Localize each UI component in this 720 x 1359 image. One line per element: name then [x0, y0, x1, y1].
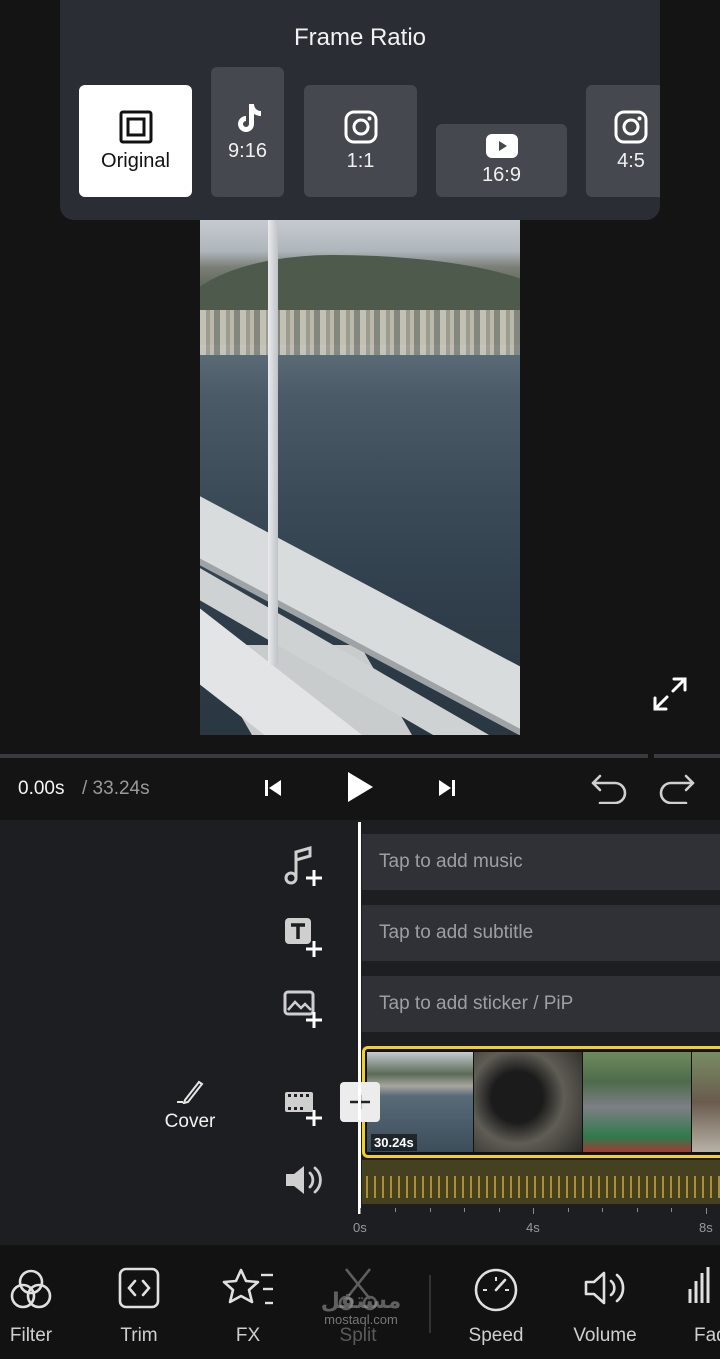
filter-icon: [10, 1269, 52, 1309]
clip-thumbnail: [474, 1052, 582, 1152]
music-track[interactable]: Tap to add music: [362, 834, 720, 890]
ruler-label: 0s: [353, 1220, 367, 1235]
sticker-track[interactable]: Tap to add sticker / PiP: [362, 976, 720, 1032]
tool-label: Trim: [120, 1325, 158, 1346]
ratio-option-label: 4:5: [617, 149, 645, 172]
ratio-option-label: Original: [101, 149, 170, 172]
ruler-label: 8s: [699, 1220, 713, 1235]
volume-icon: [584, 1271, 625, 1305]
waveform-bars: [366, 1176, 720, 1198]
ruler-label: 4s: [526, 1220, 540, 1235]
toolbar-divider: [429, 1275, 431, 1333]
ruler-tick: [602, 1208, 603, 1212]
tool-speed[interactable]: Speed: [451, 1245, 541, 1359]
video-frame[interactable]: [200, 215, 520, 735]
ruler-tick: [360, 1208, 361, 1214]
instagram-icon: [614, 110, 648, 143]
progress-separator: [648, 752, 654, 760]
cover-button[interactable]: Cover: [160, 1078, 220, 1133]
ratio-option-label: 16:9: [482, 164, 521, 186]
total-duration: / 33.24s: [82, 778, 150, 799]
ruler-tick: [568, 1208, 569, 1212]
add-sticker-icon[interactable]: [282, 986, 326, 1030]
video-clip[interactable]: 30.24s: [362, 1046, 720, 1158]
play-icon[interactable]: [345, 770, 375, 804]
instagram-icon: [344, 110, 377, 143]
video-preview-area: Frame Ratio Original 9:16 1:1 16:9 4:5: [0, 0, 720, 755]
tool-label: Volume: [573, 1325, 637, 1346]
ruler-tick: [499, 1208, 500, 1212]
playback-controls: 0.00s / 33.24s: [0, 760, 720, 820]
tool-volume[interactable]: Volume: [560, 1245, 650, 1359]
frame-ratio-panel: Frame Ratio Original 9:16 1:1 16:9 4:5: [60, 0, 660, 220]
ruler-tick: [671, 1208, 672, 1212]
sticker-track-label: Tap to add sticker / PiP: [379, 993, 574, 1014]
fullscreen-icon[interactable]: [652, 676, 688, 712]
tool-label: Split: [339, 1325, 377, 1346]
skip-start-icon[interactable]: [263, 778, 283, 798]
timeline-editor: Tap to add music Tap to add subtitle Tap…: [0, 820, 720, 1245]
pen-icon: [177, 1080, 204, 1105]
clip-duration: 30.24s: [371, 1134, 417, 1151]
watermark: مستقل mostaql.com: [316, 1288, 406, 1327]
tiktok-icon: [237, 103, 261, 132]
skip-end-icon[interactable]: [437, 778, 457, 798]
audio-waveform[interactable]: [362, 1160, 720, 1204]
ratio-option-label: 9:16: [228, 139, 267, 162]
ratio-option-4-5[interactable]: 4:5: [586, 85, 660, 197]
youtube-icon: [485, 134, 518, 158]
video-town: [200, 310, 520, 355]
add-clip-icon[interactable]: [282, 1084, 326, 1128]
cover-label: Cover: [164, 1111, 216, 1132]
tool-fx[interactable]: FX: [203, 1245, 293, 1359]
tool-filter[interactable]: Filter: [0, 1245, 76, 1359]
trim-icon: [118, 1267, 160, 1309]
ratio-option-original[interactable]: Original: [79, 85, 192, 197]
clip-thumbnail: [583, 1052, 691, 1152]
watermark-url: mostaql.com: [324, 1312, 398, 1327]
ruler-tick: [430, 1208, 431, 1212]
fx-icon: [222, 1268, 273, 1305]
tool-label: Filter: [9, 1325, 53, 1346]
undo-icon[interactable]: [590, 772, 628, 804]
current-time: 0.00s: [18, 778, 65, 799]
redo-icon[interactable]: [658, 772, 696, 804]
tool-label: Speed: [468, 1325, 524, 1346]
tool-label: Fad: [694, 1325, 720, 1346]
ratio-option-9-16[interactable]: 9:16: [211, 67, 284, 197]
ratio-option-1-1[interactable]: 1:1: [304, 85, 417, 197]
square-frame-icon: [119, 110, 152, 143]
tool-trim[interactable]: Trim: [94, 1245, 184, 1359]
subtitle-track[interactable]: Tap to add subtitle: [362, 905, 720, 961]
playhead[interactable]: [358, 822, 361, 1214]
clip-thumbnail: [692, 1052, 720, 1152]
ratio-option-16-9[interactable]: 16:9: [436, 124, 567, 197]
ruler-tick: [395, 1208, 396, 1212]
audio-volume-icon[interactable]: [282, 1158, 326, 1202]
tool-fade[interactable]: Fad: [668, 1245, 720, 1359]
subtitle-track-label: Tap to add subtitle: [379, 922, 534, 943]
ruler-tick: [533, 1208, 534, 1214]
ruler-tick: [637, 1208, 638, 1212]
watermark-text: مستقل: [320, 1288, 402, 1313]
add-subtitle-icon[interactable]: [282, 915, 326, 959]
frame-ratio-title: Frame Ratio: [293, 24, 427, 51]
ruler-tick: [464, 1208, 465, 1212]
video-pole: [268, 215, 278, 665]
tool-label: FX: [235, 1325, 261, 1346]
music-track-label: Tap to add music: [379, 851, 523, 872]
ruler-tick: [706, 1208, 707, 1214]
ratio-option-label: 1:1: [346, 149, 375, 172]
add-music-icon[interactable]: [282, 844, 326, 888]
fade-icon: [688, 1267, 710, 1303]
playback-progress-track[interactable]: [0, 754, 720, 758]
speed-icon: [474, 1268, 518, 1312]
